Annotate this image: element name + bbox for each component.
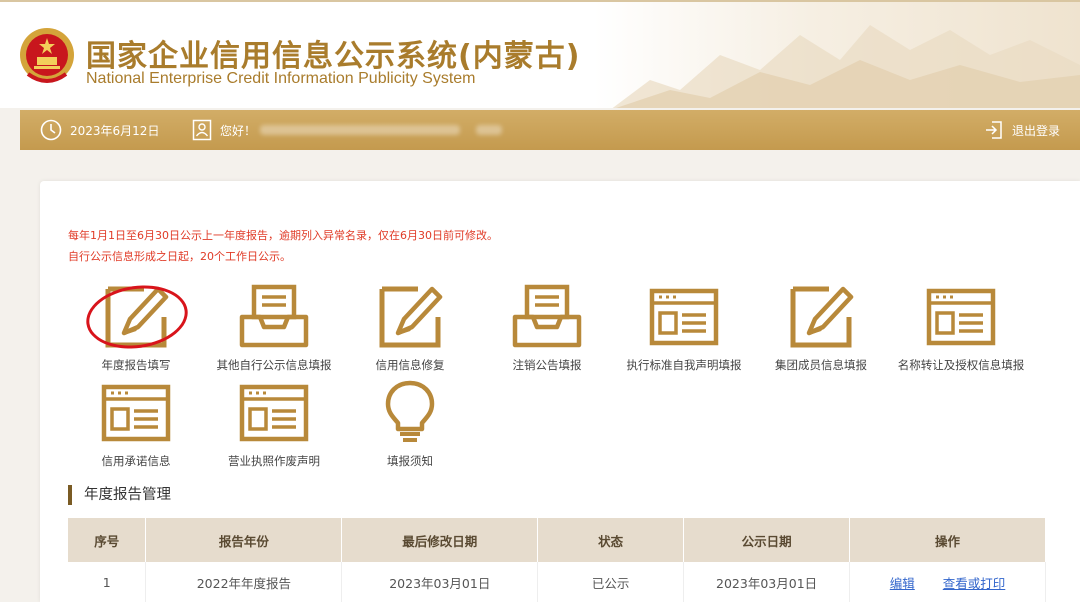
- form-card-icon: [239, 384, 309, 442]
- site-title: 国家企业信用信息公示系统(内蒙古): [86, 39, 581, 74]
- form-card-icon: [101, 384, 171, 442]
- table-row: 1 2022年年度报告 2023年03月01日 已公示 2023年03月01日 …: [68, 562, 1046, 602]
- tile-credit-repair[interactable]: 信用信息修复: [340, 283, 480, 379]
- clock-icon: [40, 119, 62, 141]
- edit-link[interactable]: 编辑: [890, 576, 915, 591]
- inbox-tray-icon: [239, 284, 309, 348]
- cell-modified: 2023年03月01日: [341, 562, 539, 602]
- col-header-year: 报告年份: [145, 518, 343, 562]
- mountain-background: [612, 25, 1080, 108]
- tile-label: 执行标准自我声明填报: [626, 358, 742, 372]
- cell-no: 1: [68, 562, 147, 602]
- user-card-icon: [192, 119, 212, 141]
- logout-button[interactable]: 退出登录: [984, 110, 1060, 150]
- national-emblem-icon: [20, 28, 74, 83]
- col-header-status: 状态: [537, 518, 685, 562]
- date-text: 2023年6月12日: [70, 123, 160, 138]
- form-card-icon: [926, 288, 996, 346]
- tile-label: 其他自行公示信息填报: [216, 358, 332, 372]
- pencil-icon: [105, 286, 169, 348]
- inbox-tray-icon: [512, 284, 582, 348]
- lightbulb-icon: [385, 380, 435, 442]
- tile-credit-commitment[interactable]: 信用承诺信息: [66, 379, 206, 475]
- section-title: 年度报告管理: [68, 485, 171, 505]
- notice-line-1: 每年1月1日至6月30日公示上一年度报告，逾期列入异常名录，仅在6月30日前可修…: [68, 229, 498, 242]
- pencil-icon: [379, 286, 443, 348]
- tile-label: 填报须知: [387, 454, 433, 468]
- table-header-row: 序号 报告年份 最后修改日期 状态 公示日期 操作: [68, 518, 1046, 562]
- tile-label: 营业执照作废声明: [228, 454, 320, 468]
- site-subtitle: National Enterprise Credit Information P…: [86, 70, 476, 87]
- form-card-icon: [649, 288, 719, 346]
- tile-label: 名称转让及授权信息填报: [897, 358, 1025, 372]
- col-header-no: 序号: [68, 518, 147, 562]
- site-header: 国家企业信用信息公示系统(内蒙古) National Enterprise Cr…: [0, 0, 1080, 108]
- main-panel: 每年1月1日至6月30日公示上一年度报告，逾期列入异常名录，仅在6月30日前可修…: [40, 181, 1080, 602]
- tile-label: 信用承诺信息: [101, 454, 171, 468]
- logout-icon: [986, 121, 1002, 139]
- tile-standard-declaration[interactable]: 执行标准自我声明填报: [614, 283, 754, 379]
- tile-annual-report[interactable]: 年度报告填写: [66, 283, 206, 379]
- col-header-modified: 最后修改日期: [341, 518, 539, 562]
- cell-status: 已公示: [537, 562, 685, 602]
- pencil-icon: [790, 286, 854, 348]
- tile-deregistration[interactable]: 注销公告填报: [477, 283, 617, 379]
- tile-name-transfer[interactable]: 名称转让及授权信息填报: [886, 283, 1036, 379]
- col-header-published: 公示日期: [683, 518, 851, 562]
- cell-published: 2023年03月01日: [683, 562, 851, 602]
- tile-license-void[interactable]: 营业执照作废声明: [204, 379, 344, 475]
- tile-group-members[interactable]: 集团成员信息填报: [751, 283, 891, 379]
- user-greeting: 您好！: [192, 110, 503, 150]
- redacted-user-name: [476, 125, 503, 135]
- logout-label: 退出登录: [1012, 123, 1061, 138]
- cell-year: 2022年年度报告: [145, 562, 343, 602]
- view-print-link[interactable]: 查看或打印: [943, 576, 1006, 591]
- date-display: 2023年6月12日: [40, 110, 159, 150]
- annual-report-table: 序号 报告年份 最后修改日期 状态 公示日期 操作 1 2022年年度报告 20…: [68, 518, 1046, 602]
- col-header-actions: 操作: [849, 518, 1046, 562]
- tile-label: 注销公告填报: [512, 358, 582, 372]
- tile-label: 信用信息修复: [375, 358, 445, 372]
- tile-label: 年度报告填写: [101, 358, 171, 372]
- cell-actions: 编辑 查看或打印: [849, 562, 1046, 602]
- user-info-bar: 2023年6月12日 您好！ 退出登录: [20, 110, 1080, 150]
- tile-filing-guide[interactable]: 填报须知: [340, 379, 480, 475]
- redacted-company-name: [260, 125, 461, 135]
- tile-label: 集团成员信息填报: [775, 358, 867, 372]
- tile-other-disclosure[interactable]: 其他自行公示信息填报: [204, 283, 344, 379]
- greeting-text: 您好！: [220, 123, 257, 138]
- notice-line-2: 自行公示信息形成之日起，20个工作日公示。: [68, 250, 291, 263]
